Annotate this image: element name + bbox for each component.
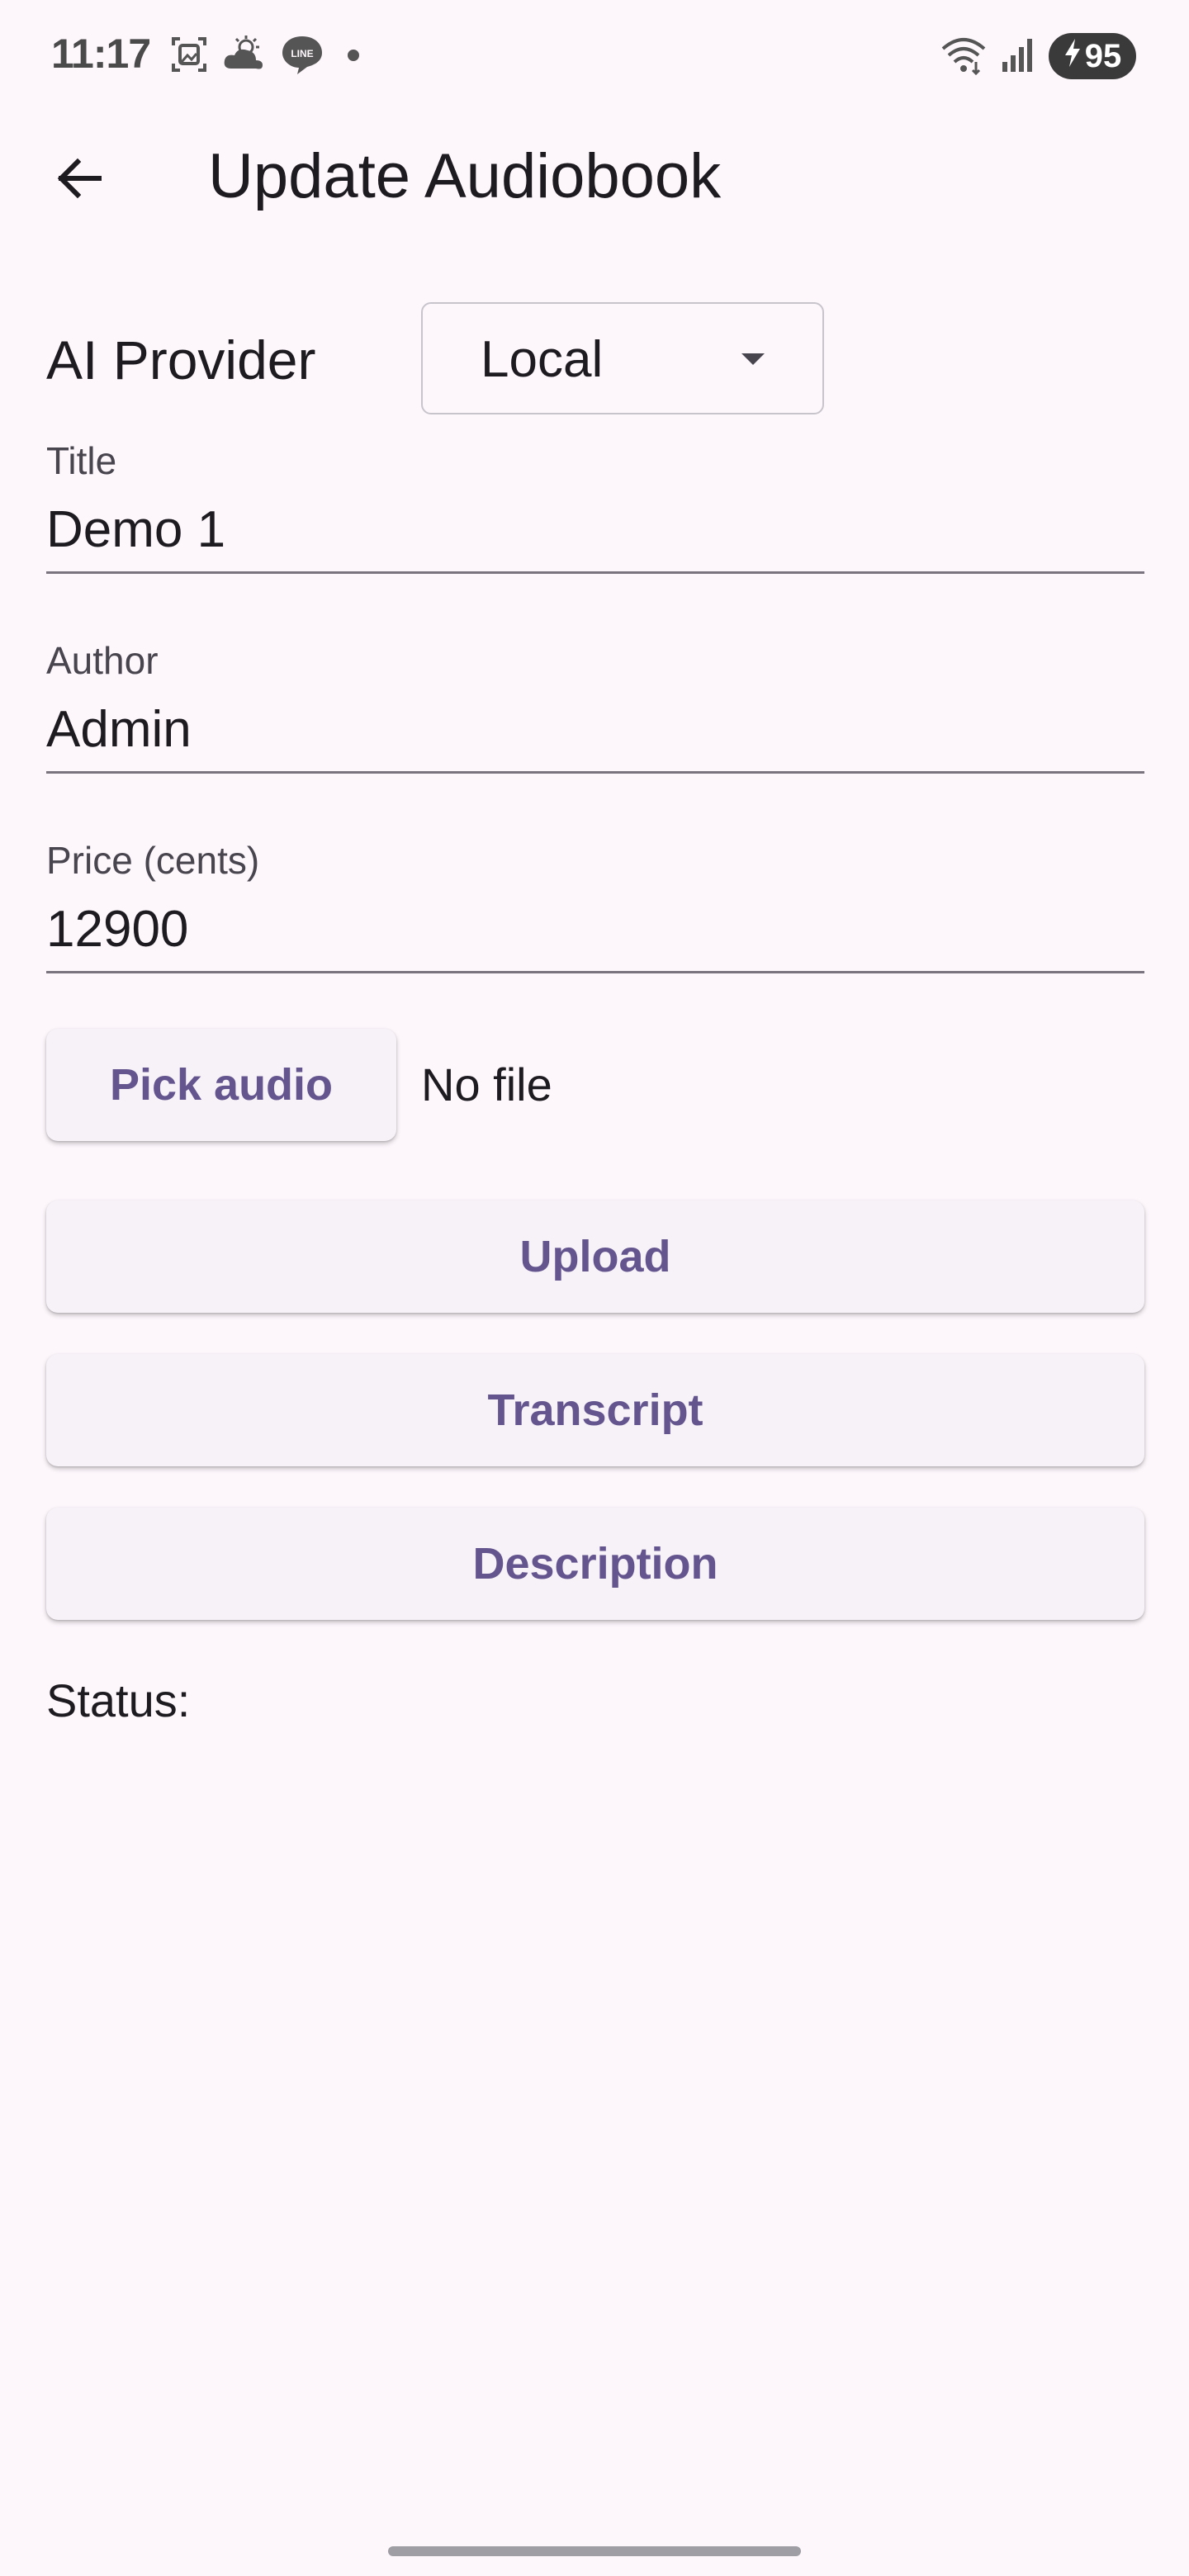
price-underline bbox=[46, 971, 1144, 973]
dropdown-arrow-icon bbox=[741, 353, 765, 365]
signal-icon bbox=[999, 34, 1037, 79]
author-field: Author bbox=[46, 637, 1144, 778]
author-input[interactable] bbox=[46, 692, 1144, 766]
price-field: Price (cents) bbox=[46, 837, 1144, 978]
provider-selected-value: Local bbox=[481, 331, 604, 388]
transcript-button[interactable]: Transcript bbox=[46, 1354, 1144, 1466]
status-icons-right: 95 bbox=[940, 33, 1136, 79]
provider-dropdown[interactable]: Local bbox=[421, 302, 824, 414]
dot-icon bbox=[337, 34, 370, 79]
arrow-back-icon bbox=[53, 152, 106, 209]
battery-charging-icon bbox=[1063, 38, 1082, 75]
provider-label: AI Provider bbox=[46, 329, 316, 391]
app-bar: Update Audiobook bbox=[0, 116, 1189, 231]
line-app-icon: LINE bbox=[279, 31, 325, 82]
gesture-bar[interactable] bbox=[388, 2546, 801, 2556]
upload-button[interactable]: Upload bbox=[46, 1200, 1144, 1313]
page-title: Update Audiobook bbox=[208, 141, 722, 211]
back-button[interactable] bbox=[40, 140, 119, 220]
battery-level: 95 bbox=[1084, 37, 1122, 74]
status-label: Status: bbox=[46, 1674, 191, 1726]
file-status: No file bbox=[421, 1058, 552, 1110]
status-time: 11:17 bbox=[51, 31, 151, 77]
screenshot-icon bbox=[168, 34, 210, 79]
provider-row: AI Provider Local bbox=[46, 302, 1144, 416]
title-field-label: Title bbox=[46, 439, 117, 482]
title-underline bbox=[46, 571, 1144, 574]
battery-indicator: 95 bbox=[1049, 33, 1136, 79]
author-underline bbox=[46, 771, 1144, 774]
status-icons-left: LINE bbox=[168, 33, 370, 79]
title-input[interactable] bbox=[46, 492, 1144, 566]
pick-audio-button[interactable]: Pick audio bbox=[46, 1029, 396, 1141]
svg-text:LINE: LINE bbox=[291, 48, 313, 59]
author-field-label: Author bbox=[46, 639, 159, 682]
price-input[interactable] bbox=[46, 892, 1144, 966]
status-line: Status: bbox=[46, 1669, 203, 1732]
title-field: Title bbox=[46, 438, 1144, 578]
price-field-label: Price (cents) bbox=[46, 839, 260, 882]
weather-icon bbox=[221, 34, 268, 79]
wifi-icon bbox=[940, 34, 988, 79]
description-button[interactable]: Description bbox=[46, 1508, 1144, 1620]
status-bar: 11:17 LINE 95 bbox=[0, 0, 1189, 112]
